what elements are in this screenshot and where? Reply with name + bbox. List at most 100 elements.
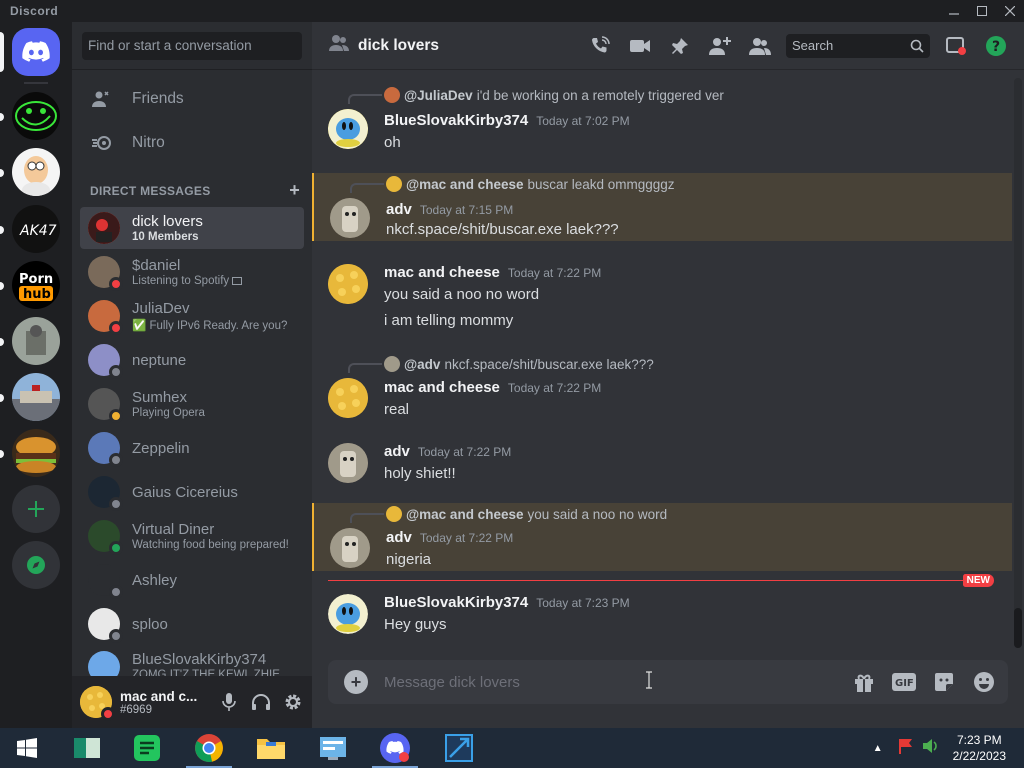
attach-plus-button[interactable]: + <box>344 670 368 694</box>
server-ak47[interactable]: AK47 <box>12 205 60 253</box>
message-item-mention: @mac and cheese you said a noo no word a… <box>312 503 1012 571</box>
dm-item-sumhex[interactable]: Sumhex Playing Opera <box>80 383 304 425</box>
dm-item-sploo[interactable]: sploo <box>80 603 304 645</box>
sticker-button[interactable] <box>924 668 964 696</box>
message-input[interactable]: Message dick lovers <box>384 674 520 691</box>
author-name[interactable]: adv <box>384 443 410 460</box>
taskbar-notes[interactable] <box>120 728 174 768</box>
pinned-messages-button[interactable] <box>660 34 700 58</box>
dm-item-neptune[interactable]: neptune <box>80 339 304 381</box>
dm-item-daniel[interactable]: $daniel Listening to Spotify <box>80 251 304 293</box>
action-center-flag-icon[interactable] <box>897 737 915 760</box>
cartoon-avatar-icon <box>22 156 50 196</box>
show-hidden-icons-chevron-icon[interactable]: ▲ <box>873 743 883 754</box>
svg-text:Porn: Porn <box>19 272 53 287</box>
author-avatar[interactable] <box>330 198 370 238</box>
inbox-button[interactable] <box>936 34 976 58</box>
author-name[interactable]: mac and cheese <box>384 379 500 396</box>
author-avatar[interactable] <box>328 594 368 634</box>
author-name[interactable]: adv <box>386 529 412 546</box>
mute-button[interactable] <box>218 691 240 713</box>
start-button[interactable] <box>0 728 54 768</box>
dm-subtitle: 10 Members <box>132 231 199 243</box>
message-text: oh <box>384 134 401 151</box>
server-peter[interactable] <box>12 148 60 196</box>
gift-icon <box>855 674 873 692</box>
chat-search-input[interactable]: Search <box>786 34 930 58</box>
author-avatar[interactable] <box>328 264 368 304</box>
members-icon <box>749 38 771 55</box>
dm-item-virtual-diner[interactable]: Virtual Diner Watching food being prepar… <box>80 515 304 557</box>
message-text: you said a noo no word <box>384 286 540 303</box>
nav-friends[interactable]: Friends <box>80 78 304 120</box>
author-name[interactable]: BlueSlovakKirby374 <box>384 594 528 611</box>
dnd-status-icon <box>109 321 123 335</box>
minimize-button[interactable] <box>940 0 968 22</box>
home-button[interactable] <box>12 28 60 76</box>
reply-preview[interactable]: @mac and cheese you said a noo no word <box>386 506 667 522</box>
author-avatar[interactable] <box>330 528 370 568</box>
nav-friends-label: Friends <box>132 90 184 107</box>
author-name[interactable]: BlueSlovakKirby374 <box>384 112 528 129</box>
scrollbar-thumb[interactable] <box>1014 608 1022 648</box>
dm-item-juliadev[interactable]: JuliaDev ✅ Fully IPv6 Ready. Are you? <box>80 295 304 337</box>
author-avatar[interactable] <box>328 109 368 149</box>
gif-button[interactable]: GIF <box>884 668 924 696</box>
start-voice-call-button[interactable] <box>580 34 620 58</box>
timestamp: Today at 7:23 PM <box>536 596 630 610</box>
message-item: @adv nkcf.space/shit/buscar.exe laek??? … <box>312 353 1012 423</box>
find-conversation-input[interactable]: Find or start a conversation <box>82 32 302 60</box>
reply-preview[interactable]: @mac and cheese buscar leakd ommggggz <box>386 176 675 192</box>
create-dm-plus-icon[interactable]: + <box>289 181 300 199</box>
message-item: @JuliaDev i'd be working on a remotely t… <box>312 84 1012 154</box>
nav-nitro[interactable]: Nitro <box>80 122 304 164</box>
dm-item-gaius[interactable]: Gaius Cicereius <box>80 471 304 513</box>
user-settings-button[interactable] <box>282 691 304 713</box>
message-composer[interactable]: + Message dick lovers GIF <box>328 660 1008 704</box>
dm-item-blueslovakkirby[interactable]: BlueSlovakKirby374 ZOMG IT'Z THE KEWL ZH… <box>80 647 304 677</box>
show-member-list-button[interactable] <box>740 34 780 58</box>
author-avatar[interactable] <box>328 378 368 418</box>
dm-item-ashley[interactable]: Ashley <box>80 559 304 601</box>
gift-button[interactable] <box>844 668 884 696</box>
taskbar-app-1[interactable] <box>60 728 114 768</box>
server-troll[interactable] <box>12 92 60 140</box>
server-photo-1[interactable] <box>12 317 60 365</box>
emoji-button[interactable] <box>964 668 1004 696</box>
taskbar-app-blue[interactable] <box>432 728 486 768</box>
dm-sidebar: Find or start a conversation Friends Nit… <box>72 22 312 728</box>
minimize-icon <box>949 13 959 15</box>
help-button[interactable]: ? <box>976 34 1016 58</box>
message-scrollbar[interactable] <box>1014 78 1022 648</box>
window-titlebar: Discord <box>0 0 1024 22</box>
help-icon: ? <box>986 36 1006 56</box>
taskbar-clock[interactable]: 7:23 PM 2/22/2023 <box>953 732 1006 764</box>
author-avatar[interactable] <box>328 443 368 483</box>
explore-servers-button[interactable] <box>12 541 60 589</box>
server-burger[interactable] <box>12 429 60 477</box>
headphones-icon <box>252 694 270 710</box>
server-ph[interactable]: Porn hub <box>12 261 60 309</box>
idle-status-icon <box>109 409 123 423</box>
author-name[interactable]: mac and cheese <box>384 264 500 281</box>
taskbar-chrome[interactable] <box>182 728 236 768</box>
deafen-button[interactable] <box>250 691 272 713</box>
add-server-button[interactable] <box>12 485 60 533</box>
reply-preview[interactable]: @adv nkcf.space/shit/buscar.exe laek??? <box>384 356 654 372</box>
taskbar-file-explorer[interactable] <box>244 728 298 768</box>
author-name[interactable]: adv <box>386 201 412 218</box>
close-button[interactable] <box>996 0 1024 22</box>
taskbar-discord[interactable] <box>368 728 422 768</box>
reply-preview[interactable]: @JuliaDev i'd be working on a remotely t… <box>384 87 724 103</box>
add-friends-to-dm-button[interactable] <box>700 34 740 58</box>
taskbar-control-panel[interactable] <box>306 728 360 768</box>
user-avatar[interactable] <box>80 686 115 721</box>
dm-item-dick-lovers[interactable]: dick lovers 10 Members <box>80 207 304 249</box>
maximize-button[interactable] <box>968 0 996 22</box>
start-video-call-button[interactable] <box>620 34 660 58</box>
server-photo-2[interactable] <box>12 373 60 421</box>
dm-item-zeppelin[interactable]: Zeppelin <box>80 427 304 469</box>
avatar <box>88 476 123 511</box>
svg-text:GIF: GIF <box>895 678 914 689</box>
volume-icon[interactable] <box>921 737 939 760</box>
